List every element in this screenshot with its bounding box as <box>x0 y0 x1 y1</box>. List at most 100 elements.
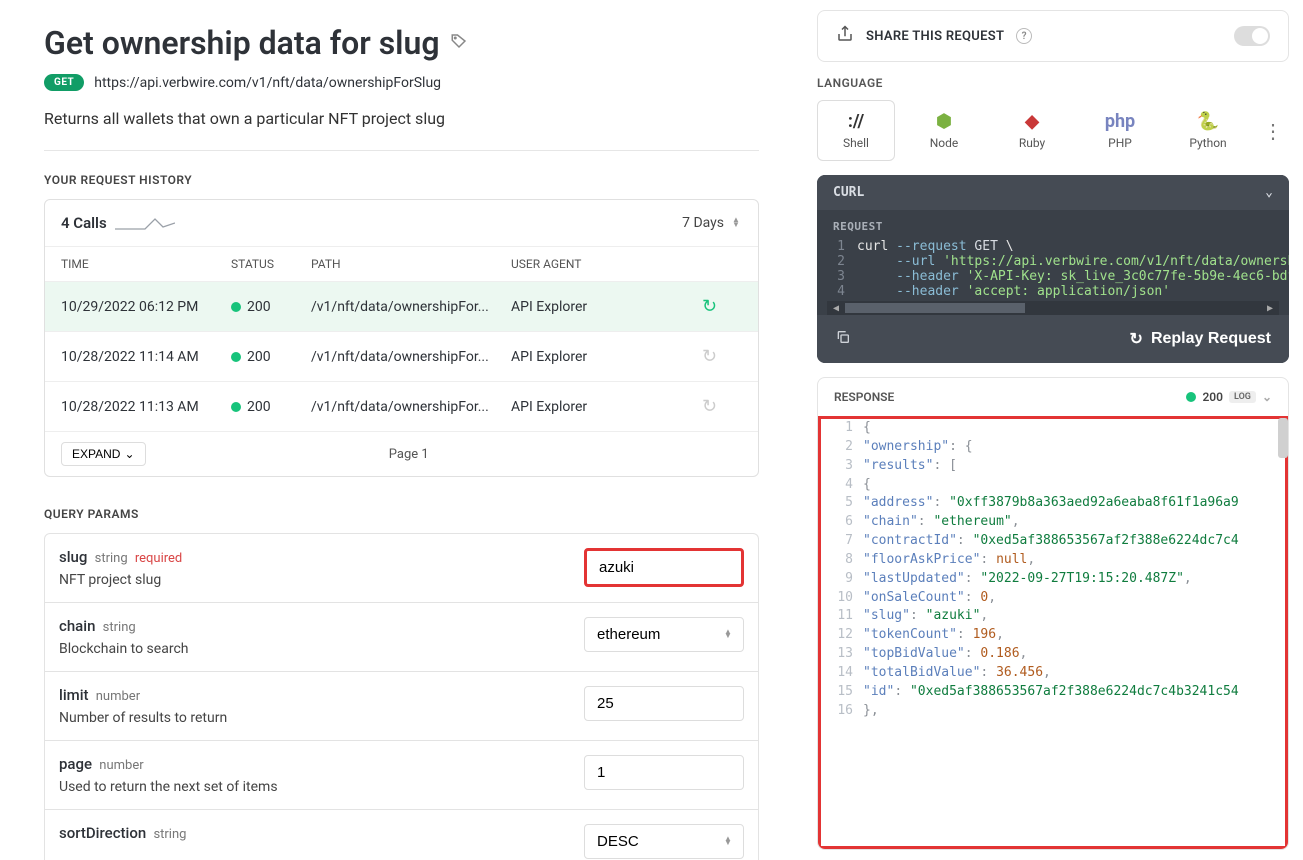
status-dot-icon <box>231 302 241 312</box>
scroll-left-icon[interactable]: ◀ <box>829 301 843 315</box>
param-name: sortDirection <box>59 824 146 842</box>
curl-footer: ↻ Replay Request <box>817 315 1289 363</box>
lang-label: Python <box>1189 136 1226 150</box>
lang-tab-shell[interactable]: ://Shell <box>817 100 895 161</box>
col-path: PATH <box>311 257 511 271</box>
json-line: 7 "contractId": "0xed5af388653567af2f388… <box>821 532 1285 551</box>
chain-select[interactable]: ethereum <box>584 617 744 652</box>
expand-label: EXPAND <box>72 447 120 461</box>
lang-label: Node <box>930 136 959 150</box>
limit-input[interactable] <box>584 686 744 721</box>
history-status: 200 <box>231 299 311 315</box>
history-row[interactable]: 10/29/2022 06:12 PM 200 /v1/nft/data/own… <box>45 282 758 332</box>
status-dot-icon <box>231 402 241 412</box>
main-content: Get ownership data for slug GET https://… <box>0 0 803 860</box>
history-user-agent: API Explorer <box>511 349 702 365</box>
scroll-right-icon[interactable]: ▶ <box>1263 301 1277 315</box>
scroll-thumb[interactable] <box>845 303 1025 313</box>
curl-header[interactable]: CURL ⌄ <box>817 175 1289 210</box>
curl-subtitle: REQUEST <box>817 210 1289 233</box>
lang-more-icon[interactable]: ⋮ <box>1257 119 1289 143</box>
json-line: 14 "totalBidValue": 36.456, <box>821 664 1285 683</box>
history-box: 4 Calls 7 Days ▲▼ TIME STATUS PATH USER … <box>44 199 759 477</box>
page-title: Get ownership data for slug <box>44 24 759 62</box>
calls-count: 4 Calls <box>61 214 107 232</box>
param-name: chain <box>59 617 95 635</box>
history-row[interactable]: 10/28/2022 11:13 AM 200 /v1/nft/data/own… <box>45 382 758 432</box>
param-name: slug <box>59 548 87 566</box>
page-title-text: Get ownership data for slug <box>44 24 440 62</box>
replay-button[interactable]: ↻ Replay Request <box>1130 329 1271 349</box>
refresh-icon[interactable]: ↻ <box>702 346 742 367</box>
chevron-down-icon[interactable]: ⌄ <box>1262 390 1272 404</box>
history-row[interactable]: 10/28/2022 11:14 AM 200 /v1/nft/data/own… <box>45 332 758 382</box>
param-row-limit: limit number Number of results to return <box>44 671 759 740</box>
sortDirection-select[interactable]: DESC <box>584 824 744 859</box>
param-required: required <box>132 551 183 566</box>
json-line: 16 }, <box>821 702 1285 721</box>
horizontal-scrollbar[interactable]: ◀ ▶ <box>827 301 1279 315</box>
share-icon <box>836 25 854 47</box>
json-line: 13 "topBidValue": 0.186, <box>821 645 1285 664</box>
params-section-title: QUERY PARAMS <box>44 507 759 521</box>
refresh-icon[interactable]: ↻ <box>702 296 742 317</box>
history-user-agent: API Explorer <box>511 399 702 415</box>
param-name: page <box>59 755 92 773</box>
copy-icon[interactable] <box>835 329 851 349</box>
json-line: 11 "slug": "azuki", <box>821 607 1285 626</box>
response-body[interactable]: 1{2 "ownership": {3 "results": [4 {5 "ad… <box>818 416 1288 849</box>
col-time: TIME <box>61 257 231 271</box>
lang-tab-python[interactable]: 🐍Python <box>1169 100 1247 161</box>
endpoint-row: GET https://api.verbwire.com/v1/nft/data… <box>44 74 759 91</box>
language-tabs: ://Shell⬢Node ◆ Ruby phpPHP🐍Python ⋮ <box>817 100 1289 161</box>
json-line: 2 "ownership": { <box>821 438 1285 457</box>
param-desc: Used to return the next set of items <box>59 779 564 795</box>
param-type: number <box>93 689 141 704</box>
ruby-icon: ◆ <box>994 111 1070 132</box>
vertical-scrollbar[interactable] <box>1278 418 1288 458</box>
endpoint-url: https://api.verbwire.com/v1/nft/data/own… <box>94 75 441 91</box>
code-line: 3 --header 'X-API-Key: sk_live_3c0c77fe-… <box>817 269 1289 284</box>
replay-label: Replay Request <box>1151 330 1271 348</box>
lang-tab-node[interactable]: ⬢Node <box>905 100 983 161</box>
history-status: 200 <box>231 399 311 415</box>
json-line: 6 "chain": "ethereum", <box>821 513 1285 532</box>
expand-button[interactable]: EXPAND ⌄ <box>61 442 146 466</box>
chevron-down-icon: ⌄ <box>1265 185 1273 200</box>
divider <box>44 150 759 151</box>
param-row-chain: chain string Blockchain to search ethere… <box>44 602 759 671</box>
json-line: 1{ <box>821 419 1285 438</box>
curl-code: 1curl --request GET \2 --url 'https://ap… <box>817 233 1289 301</box>
lang-tab-ruby[interactable]: ◆ Ruby <box>993 100 1071 161</box>
curl-title: CURL <box>833 185 864 200</box>
param-name: limit <box>59 686 89 704</box>
history-path: /v1/nft/data/ownershipFor... <box>311 349 511 365</box>
chevron-down-icon: ⌄ <box>124 447 134 461</box>
slug-input[interactable] <box>584 548 744 587</box>
page-input[interactable] <box>584 755 744 790</box>
json-line: 8 "floorAskPrice": null, <box>821 551 1285 570</box>
param-type: number <box>96 758 144 773</box>
lang-tab-php[interactable]: phpPHP <box>1081 100 1159 161</box>
refresh-icon[interactable]: ↻ <box>702 396 742 417</box>
php-icon: php <box>1082 111 1158 132</box>
param-type: string <box>91 551 127 566</box>
response-status-code: 200 <box>1202 390 1223 404</box>
code-line: 4 --header 'accept: application/json' <box>817 284 1289 299</box>
history-path: /v1/nft/data/ownershipFor... <box>311 299 511 315</box>
history-time: 10/28/2022 11:14 AM <box>61 349 231 365</box>
status-dot-icon <box>1186 392 1196 402</box>
lang-label: Ruby <box>1019 136 1045 150</box>
tag-icon <box>450 32 468 55</box>
help-icon[interactable]: ? <box>1016 28 1032 44</box>
log-badge: LOG <box>1229 391 1256 403</box>
history-range: 7 Days <box>682 215 724 231</box>
history-section-title: YOUR REQUEST HISTORY <box>44 173 759 187</box>
code-line: 2 --url 'https://api.verbwire.com/v1/nft… <box>817 254 1289 269</box>
history-time: 10/28/2022 11:13 AM <box>61 399 231 415</box>
history-path: /v1/nft/data/ownershipFor... <box>311 399 511 415</box>
response-title: RESPONSE <box>834 390 894 404</box>
history-range-caret[interactable]: ▲▼ <box>732 218 742 228</box>
status-dot-icon <box>231 352 241 362</box>
share-toggle[interactable] <box>1234 26 1270 46</box>
